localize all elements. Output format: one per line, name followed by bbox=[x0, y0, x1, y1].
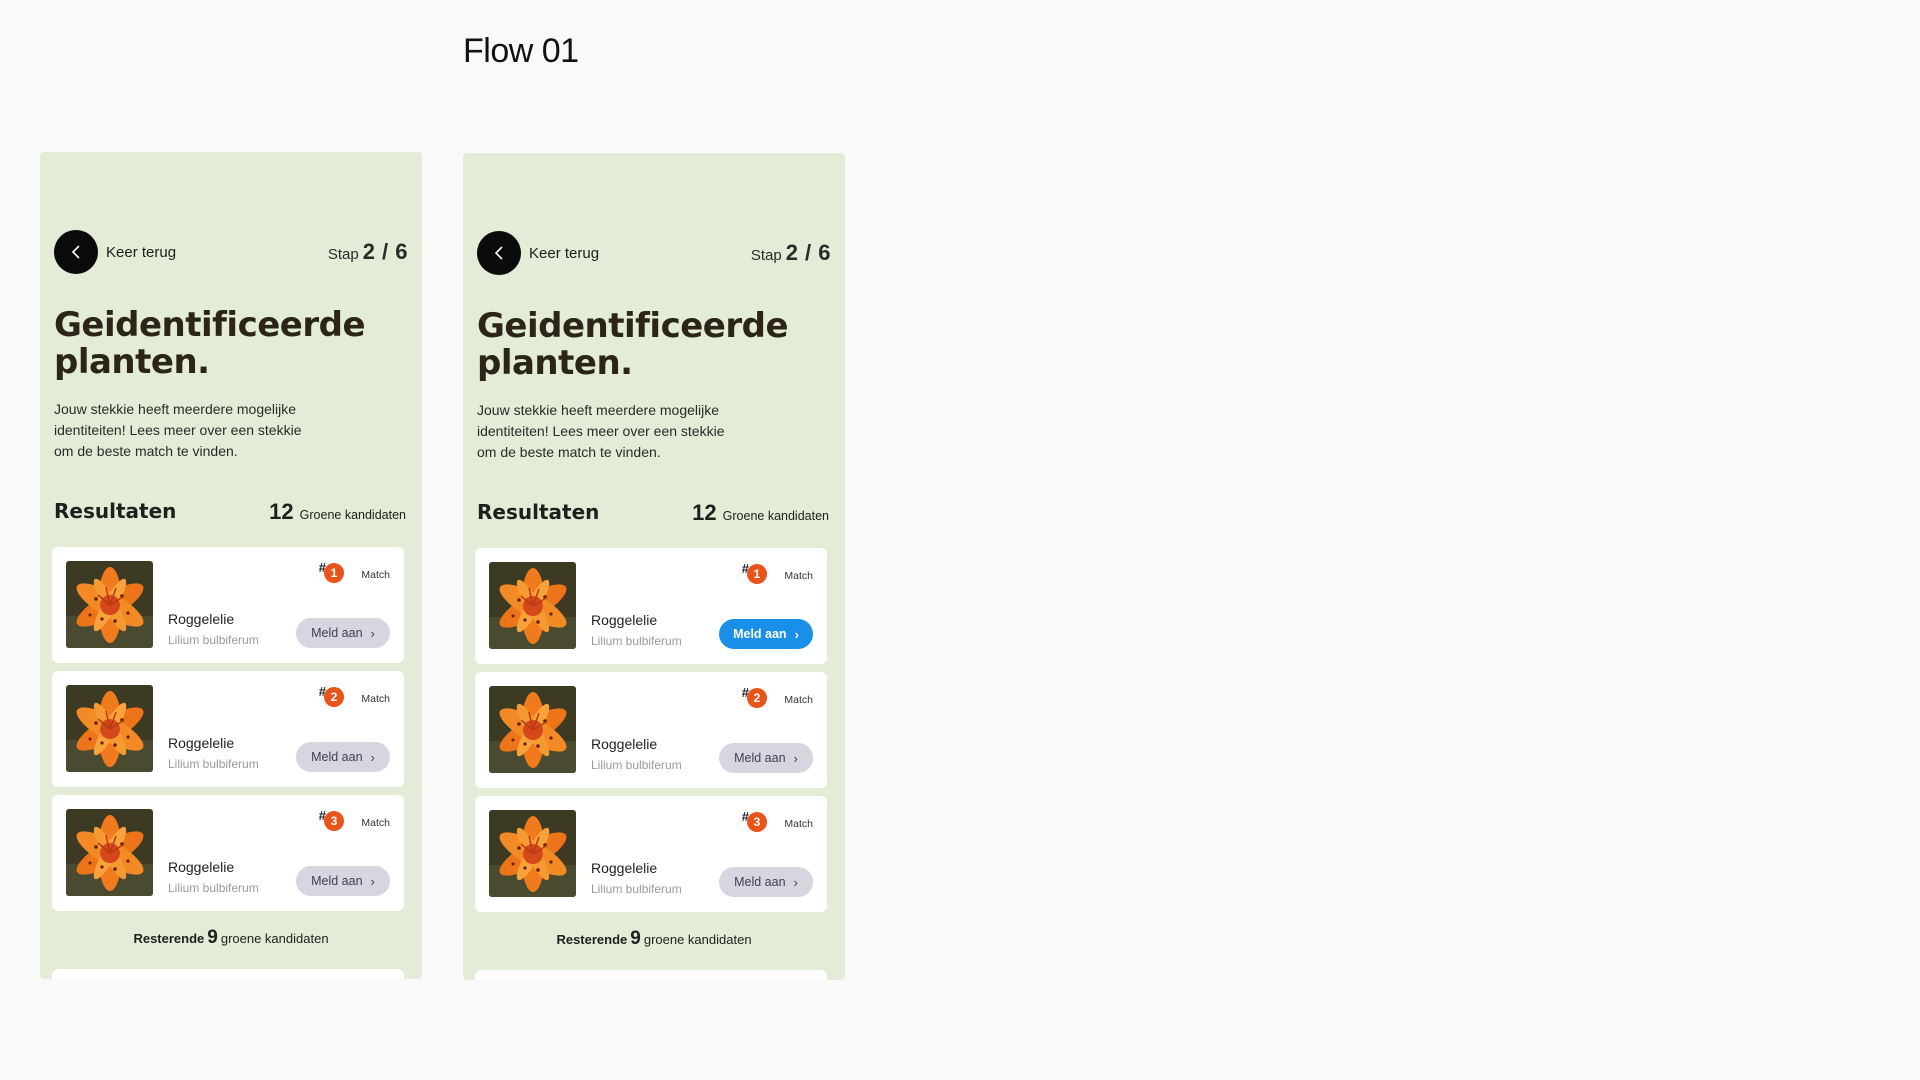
match-label: Match bbox=[361, 569, 390, 581]
meld-aan-button[interactable]: Meld aan › bbox=[296, 742, 390, 772]
chevron-left-icon bbox=[72, 245, 80, 259]
results-title: Resultaten bbox=[477, 500, 600, 524]
back-label[interactable]: Keer terug bbox=[106, 244, 176, 261]
result-card[interactable]: # 2 Match Roggelelie Lilium bulbiferum M… bbox=[52, 671, 404, 787]
match-label: Match bbox=[784, 694, 813, 706]
match-label: Match bbox=[784, 570, 813, 582]
match-label: Match bbox=[361, 693, 390, 705]
rank-badge: 2 bbox=[747, 688, 767, 708]
meld-aan-label: Meld aan bbox=[311, 874, 363, 888]
plant-name: Roggelelie bbox=[168, 611, 235, 627]
back-label[interactable]: Keer terug bbox=[529, 245, 599, 262]
results-count-label: Groene kandidaten bbox=[722, 509, 829, 523]
results-count: 12 Groene kandidaten bbox=[692, 500, 829, 526]
intro-text: Jouw stekkie heeft meerdere mogelijke id… bbox=[54, 401, 302, 459]
remaining-suffix: groene kandidaten bbox=[643, 932, 752, 947]
meld-aan-button[interactable]: Meld aan › bbox=[719, 743, 813, 773]
result-card[interactable]: # 1 Match Roggelelie Lilium bulbiferum M… bbox=[475, 548, 827, 664]
match-label: Match bbox=[784, 818, 813, 830]
chevron-left-icon bbox=[495, 246, 503, 260]
intro-text: Jouw stekkie heeft meerdere mogelijke id… bbox=[477, 402, 725, 460]
plant-name: Roggelelie bbox=[168, 859, 235, 875]
meld-aan-button[interactable]: Meld aan › bbox=[719, 619, 813, 649]
plant-latin-name: Lilium bulbiferum bbox=[168, 881, 259, 895]
next-result-card-peek[interactable] bbox=[475, 970, 827, 980]
orange-lily-image bbox=[66, 685, 153, 772]
meld-aan-button[interactable]: Meld aan › bbox=[719, 867, 813, 897]
remaining-prefix: Resterende bbox=[556, 932, 628, 947]
top-bar: Keer terug Stap 2 / 6 bbox=[477, 231, 831, 275]
plant-name: Roggelelie bbox=[168, 735, 235, 751]
orange-lily-image bbox=[489, 810, 576, 897]
results-count-label: Groene kandidaten bbox=[299, 508, 406, 522]
rank-badge: 3 bbox=[324, 811, 344, 831]
chevron-right-icon: › bbox=[793, 874, 798, 890]
back-button[interactable] bbox=[477, 231, 521, 275]
step-word: Stap bbox=[327, 246, 359, 263]
back-button[interactable] bbox=[54, 230, 98, 274]
remaining-count: 9 bbox=[207, 927, 218, 948]
plant-latin-name: Lilium bulbiferum bbox=[591, 882, 682, 896]
plant-latin-name: Lilium bulbiferum bbox=[168, 757, 259, 771]
plant-latin-name: Lilium bulbiferum bbox=[168, 633, 259, 647]
chevron-right-icon: › bbox=[370, 873, 375, 889]
meld-aan-button[interactable]: Meld aan › bbox=[296, 866, 390, 896]
result-card[interactable]: # 1 Match Roggelelie Lilium bulbiferum M… bbox=[52, 547, 404, 663]
page-title: Geidentificeerde planten. bbox=[54, 305, 366, 382]
remaining-prefix: Resterende bbox=[133, 931, 205, 946]
step-indicator: Stap 2 / 6 bbox=[751, 240, 831, 266]
result-card[interactable]: # 3 Match Roggelelie Lilium bulbiferum M… bbox=[52, 795, 404, 911]
rank-badge: 2 bbox=[324, 687, 344, 707]
phone-screen-1: Keer terug Stap 2 / 6 Geidentificeerde pl… bbox=[40, 152, 422, 979]
meld-aan-label: Meld aan bbox=[734, 875, 786, 889]
remaining-count: 9 bbox=[630, 928, 641, 949]
remaining-candidates: Resterende 9 groene kandidaten bbox=[463, 928, 845, 950]
next-result-card-peek[interactable] bbox=[52, 969, 404, 979]
meld-aan-label: Meld aan bbox=[311, 626, 363, 640]
phone-screen-2: Keer terug Stap 2 / 6 Geidentificeerde pl… bbox=[463, 153, 845, 980]
step-value: 2 / 6 bbox=[362, 239, 408, 264]
chevron-right-icon: › bbox=[370, 625, 375, 641]
remaining-candidates: Resterende 9 groene kandidaten bbox=[40, 927, 422, 949]
meld-aan-button[interactable]: Meld aan › bbox=[296, 618, 390, 648]
step-value: 2 / 6 bbox=[785, 240, 831, 265]
chevron-right-icon: › bbox=[794, 626, 799, 642]
plant-latin-name: Lilium bulbiferum bbox=[591, 758, 682, 772]
result-card[interactable]: # 3 Match Roggelelie Lilium bulbiferum M… bbox=[475, 796, 827, 912]
orange-lily-image bbox=[66, 561, 153, 648]
result-card[interactable]: # 2 Match Roggelelie Lilium bulbiferum M… bbox=[475, 672, 827, 788]
chevron-right-icon: › bbox=[370, 749, 375, 765]
meld-aan-label: Meld aan bbox=[734, 751, 786, 765]
rank-badge: 1 bbox=[747, 564, 767, 584]
remaining-suffix: groene kandidaten bbox=[220, 931, 329, 946]
plant-latin-name: Lilium bulbiferum bbox=[591, 634, 682, 648]
top-bar: Keer terug Stap 2 / 6 bbox=[54, 230, 408, 274]
orange-lily-image bbox=[489, 686, 576, 773]
results-count-number: 12 bbox=[269, 499, 294, 524]
step-indicator: Stap 2 / 6 bbox=[328, 239, 408, 265]
orange-lily-image bbox=[66, 809, 153, 896]
plant-name: Roggelelie bbox=[591, 736, 658, 752]
meld-aan-label: Meld aan bbox=[733, 627, 787, 641]
match-label: Match bbox=[361, 817, 390, 829]
meld-aan-label: Meld aan bbox=[311, 750, 363, 764]
results-title: Resultaten bbox=[54, 499, 177, 523]
step-word: Stap bbox=[750, 247, 782, 264]
plant-name: Roggelelie bbox=[591, 860, 658, 876]
orange-lily-image bbox=[489, 562, 576, 649]
page-title: Geidentificeerde planten. bbox=[477, 306, 789, 383]
flow-title: Flow 01 bbox=[463, 32, 579, 70]
results-count: 12 Groene kandidaten bbox=[269, 499, 406, 525]
chevron-right-icon: › bbox=[793, 750, 798, 766]
rank-badge: 3 bbox=[747, 812, 767, 832]
rank-badge: 1 bbox=[324, 563, 344, 583]
plant-name: Roggelelie bbox=[591, 612, 658, 628]
results-count-number: 12 bbox=[692, 500, 717, 525]
